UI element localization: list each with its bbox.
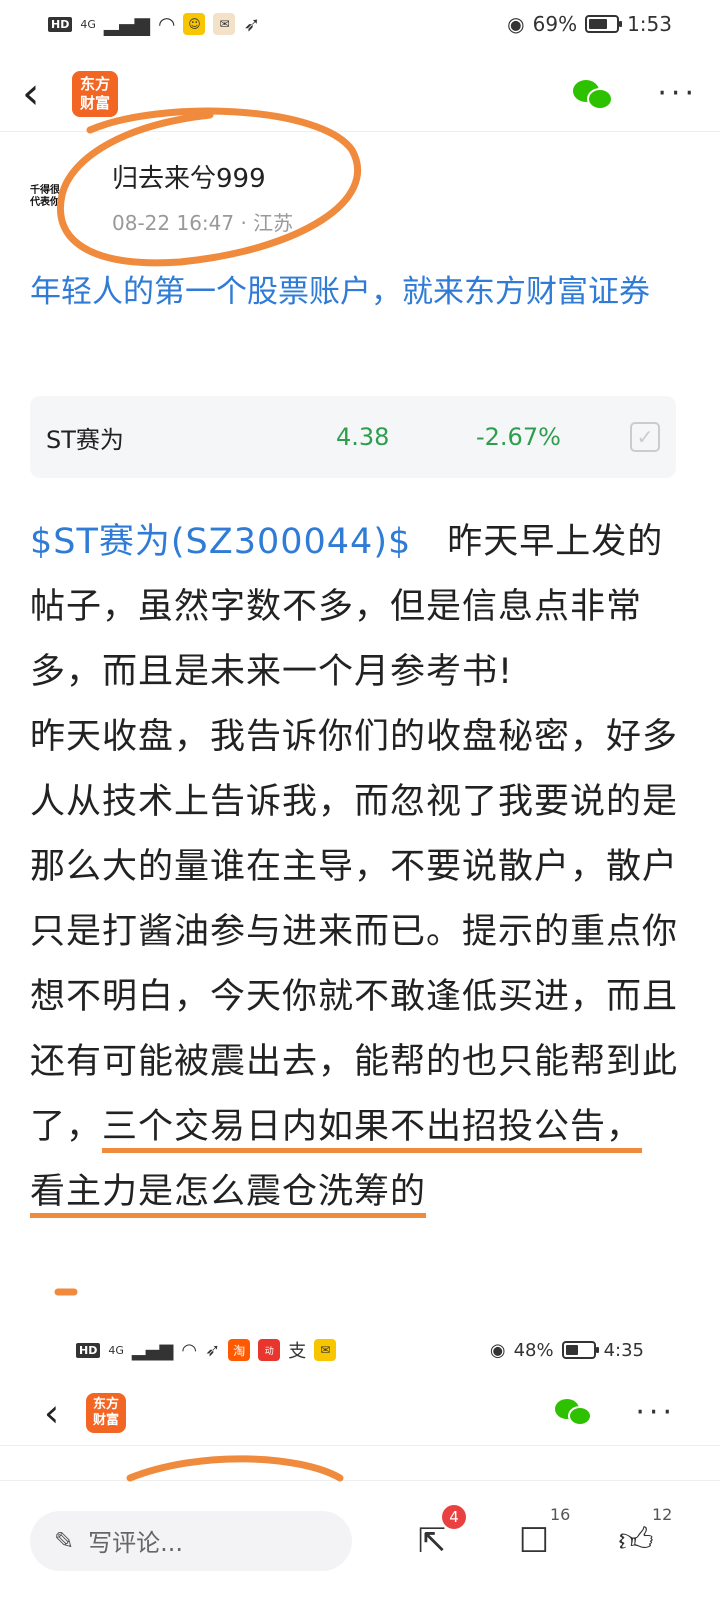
back-icon[interactable]: ‹ [44,1394,76,1432]
comment-icon: ☐ [518,1520,550,1561]
share-button[interactable]: ⇱ 4 [410,1504,466,1563]
avatar-text-2: 代表你 [30,197,60,208]
promo-link[interactable]: 年轻人的第一个股票账户，就来东方财富证券 [30,268,690,316]
like-count: 12 [652,1504,673,1524]
signal-icon: 4G [80,17,96,31]
clock: 4:35 [603,1339,644,1361]
thumbs-up-icon: 👍︎ [618,1520,654,1560]
comments-button[interactable]: ☐ 16 [512,1505,571,1563]
taobao-icon: 淘 [228,1339,251,1361]
bird-icon: ➶ [205,1339,221,1361]
battery-icon [561,1341,599,1359]
logo-text-bottom: 财富 [79,93,110,112]
more-icon[interactable]: ··· [635,1395,676,1430]
eye-icon: ◉ [507,12,525,36]
comment-placeholder: 写评论... [88,1529,183,1557]
author-name[interactable]: 归去来兮999 [112,158,293,195]
circle-annotation-2 [126,1455,344,1482]
app-notification-icon: ☺ [183,13,206,35]
paragraph-2: 昨天收盘，我告诉你们的收盘秘密，好多人从技术上告诉我，而忽视了我要说的是那么大的… [30,717,679,1147]
add-watchlist-checkbox[interactable]: ✓ [630,422,660,452]
like-button[interactable]: 👍︎ 12 [614,1505,672,1563]
stock-card[interactable]: ST赛为 4.38 -2.67% ✓ [30,396,676,478]
hd-icon: HD [76,1342,101,1358]
app-notification-icon-2: ✉ [213,13,236,35]
comment-input[interactable]: ✎ 写评论... [30,1510,352,1571]
avatar[interactable]: 千得很 代表你 [30,162,100,232]
stock-price: 4.38 [336,423,390,451]
status-bar-2: HD 4G ▂▄▆ ◠ ➶ 淘 动 支 ✉ ◉ 48% 4:35 [0,1330,720,1370]
back-icon[interactable]: ‹ [22,71,62,116]
alipay-icon: 支 [288,1341,307,1362]
post-body: $ST赛为(SZ300044)$ 昨天早上发的帖子，虽然字数不多，但是信息点非常… [30,510,678,1225]
eye-icon: ◉ [489,1339,506,1361]
share-badge: 4 [442,1504,466,1529]
stock-tag-link[interactable]: $ST赛为(SZ300044)$ [30,522,411,562]
bottom-action-bar: ✎ 写评论... ⇱ 4 ☐ 16 👍︎ 12 [0,1480,720,1600]
logo-text-top: 东方 [92,1396,119,1412]
wifi-icon: ◠ [181,1339,198,1361]
pencil-icon: ✎ [54,1526,75,1555]
signal-bars-icon: ▂▄▆ [131,1339,174,1361]
stock-name: ST赛为 [46,425,124,454]
app-logo: 东方 财富 [86,1392,126,1433]
highlighted-text: 三个交易日内如果不出招投公告，看主力是怎么震仓洗筹的 [30,1107,643,1212]
signal-icon: 4G [108,1343,124,1357]
stock-change: -2.67% [476,423,561,451]
bird-icon: ➶ [243,12,261,36]
hd-icon: HD [48,16,73,32]
author-header[interactable]: 千得很 代表你 归去来兮999 08-22 16:47 · 江苏 [30,158,293,236]
wechat-icon[interactable] [555,1397,595,1429]
avatar-text-1: 千得很 [30,185,60,196]
clock: 1:53 [627,12,672,36]
status-bar: HD 4G ▂▄▆ ◠ ☺ ✉ ➶ ◉ 69% 1:53 [0,0,720,48]
battery-percent: 69% [532,12,578,36]
wechat-icon[interactable] [573,78,614,110]
logo-text-top: 东方 [79,74,110,93]
battery-icon [585,15,623,33]
battery-percent: 48% [513,1339,554,1361]
comment-count: 16 [550,1504,571,1524]
post-meta: 08-22 16:47 · 江苏 [112,211,294,235]
mail-icon: ✉ [314,1339,337,1361]
share-icon: ⇱ [417,1520,447,1561]
logo-text-bottom: 财富 [92,1412,119,1428]
more-icon[interactable]: ··· [657,76,698,111]
wifi-icon: ◠ [158,12,176,36]
signal-bars-icon: ▂▄▆ [103,12,151,36]
top-nav: ‹ 东方 财富 ··· [0,56,720,132]
top-nav-2: ‹ 东方 财富 ··· [0,1380,720,1446]
app-icon: 动 [258,1339,281,1361]
app-logo: 东方 财富 [72,70,118,117]
